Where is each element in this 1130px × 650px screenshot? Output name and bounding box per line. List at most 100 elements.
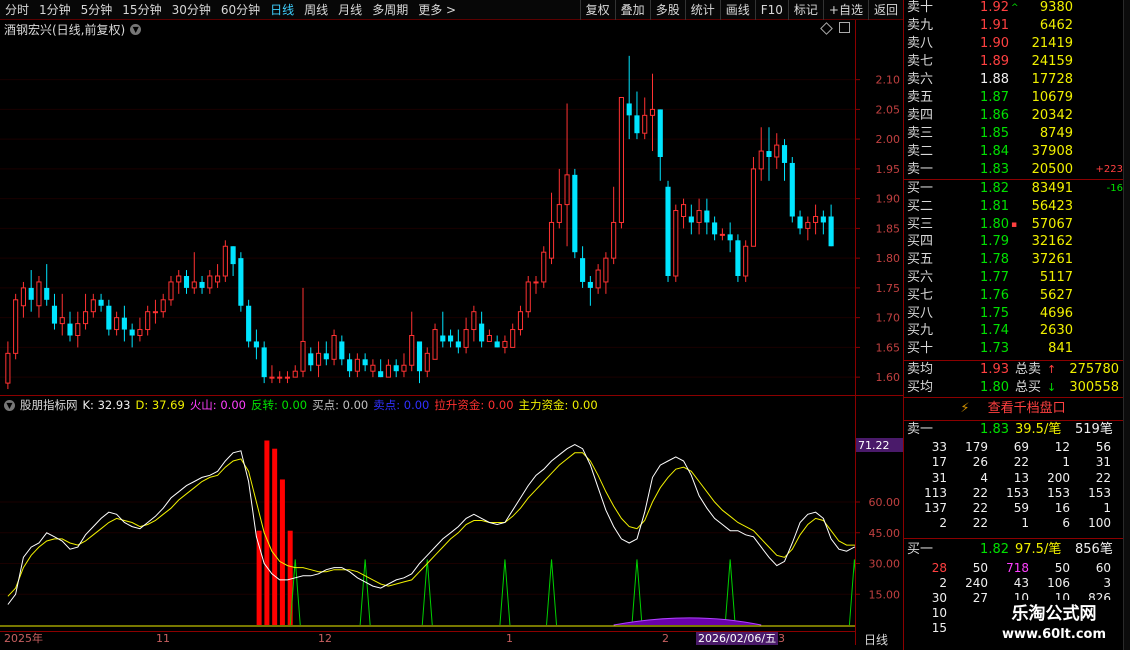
bid-label: 买四: [907, 234, 934, 250]
period-tab-0[interactable]: 分时: [0, 0, 34, 20]
ask-row-2: 卖八 1.90 21419: [903, 35, 1123, 53]
fanzhuan-value: 反转: 0.00: [250, 398, 308, 412]
candle-body-18: [145, 311, 151, 331]
candle-body-70: [548, 221, 555, 259]
candlestick-chart[interactable]: [0, 38, 855, 395]
date-label-11: 11: [156, 632, 170, 645]
ask-volume: 8749: [1039, 126, 1073, 141]
huoshan-bar-4: [287, 530, 293, 625]
candle-19: [152, 299, 159, 324]
tool-button-5[interactable]: F10: [754, 0, 788, 20]
candle-body-51: [401, 364, 407, 372]
candle-body-7: [59, 317, 65, 325]
view-qiandang-button[interactable]: ⚡ 查看千档盘口: [903, 399, 1123, 419]
period-tab-7[interactable]: 周线: [299, 0, 333, 20]
period-tab-1[interactable]: 1分钟: [34, 0, 76, 20]
window-icon[interactable]: [839, 22, 850, 33]
period-tab-3[interactable]: 15分钟: [117, 0, 166, 20]
buy_grid-cell: 718: [1006, 561, 1029, 575]
candle-84: [657, 109, 663, 181]
buy_grid-cell: 15: [931, 621, 947, 635]
candle-body-0: [5, 352, 11, 384]
bid-row-0: 买一 1.82 83491 -16: [903, 180, 1123, 198]
candle-body-92: [719, 233, 725, 236]
candle-body-53: [416, 341, 423, 372]
ask-row-0: 卖十 1.92 9380 ^: [903, 0, 1123, 17]
period-tab-10[interactable]: 更多 >: [413, 0, 461, 20]
candle-54: [424, 347, 430, 378]
bid-volume: 32162: [1031, 234, 1073, 250]
bid-label: 买九: [907, 323, 934, 339]
watermark: 乐淘公式网 www.60lt.com: [985, 600, 1123, 648]
avg_bid-total-label: 总买: [1015, 380, 1042, 395]
period-tab-9[interactable]: 多周期: [367, 0, 413, 20]
candle-body-57: [448, 335, 454, 342]
candle-body-105: [820, 216, 826, 223]
period-tab-2[interactable]: 5分钟: [76, 0, 118, 20]
view-qiandang-label: 查看千档盘口: [987, 401, 1066, 416]
candle-body-26: [207, 275, 213, 289]
period-tab-6[interactable]: 日线: [265, 0, 299, 20]
candle-9: [75, 311, 81, 348]
candle-37: [292, 365, 298, 378]
dropdown-icon[interactable]: ▼: [130, 23, 142, 35]
price-tick-label-10: 1.60: [876, 371, 901, 384]
buy_grid-grid-row-1: 2 240 43 106 3: [903, 576, 1123, 591]
tool-button-3[interactable]: 统计: [684, 0, 720, 20]
tool-button-0[interactable]: 复权: [579, 0, 615, 20]
candle-57: [448, 329, 454, 348]
sell_grid-cell: 137: [924, 501, 947, 516]
candle-body-13: [106, 305, 112, 330]
date-label-1: 1: [506, 632, 513, 645]
candle-17: [137, 317, 143, 342]
ind-tick-label-0: 60.00: [869, 496, 901, 509]
candle-86: [673, 204, 679, 282]
sell_grid-cell: 22: [1013, 455, 1029, 470]
avg_bid-total: 300558: [1069, 380, 1119, 395]
sell_grid-cell: 153: [1088, 485, 1111, 500]
sell_grid-cell: 33: [931, 440, 947, 454]
ask-volume: 24159: [1031, 54, 1073, 69]
candle-34: [269, 365, 275, 384]
period-tab-8[interactable]: 月线: [333, 0, 367, 20]
candle-body-72: [564, 174, 570, 206]
candle-body-23: [183, 276, 190, 288]
period-indicator[interactable]: 日线: [864, 631, 888, 648]
candle-42: [331, 329, 337, 366]
sell_grid-cell: 6: [1062, 516, 1070, 531]
tool-button-4[interactable]: 画线: [719, 0, 755, 20]
fanzhuan-spike-3: [499, 559, 511, 626]
candle-38: [300, 287, 306, 378]
buy1-order-count: 856笔: [1075, 542, 1113, 557]
ask-label: 卖七: [907, 54, 934, 69]
sell_grid-cell: 22: [1095, 470, 1111, 485]
candle-47: [370, 359, 376, 378]
buy1-head-row: 买一 1.82 97.5/笔 856笔: [903, 541, 1123, 559]
tool-button-1[interactable]: 叠加: [614, 0, 650, 20]
candle-80: [626, 55, 632, 140]
kdj-indicator-chart[interactable]: [0, 414, 855, 631]
ask-row-4: 卖六 1.88 17728: [903, 71, 1123, 89]
huoshan-bar-2: [272, 448, 278, 625]
bid-flag-icon: ▪: [1011, 219, 1018, 230]
tool-button-6[interactable]: 标记: [787, 0, 823, 20]
candle-58: [455, 329, 461, 354]
period-tab-4[interactable]: 30分钟: [167, 0, 216, 20]
candle-body-97: [758, 150, 764, 170]
date-label-12: 12: [318, 632, 332, 645]
tool-button-7[interactable]: +自选: [822, 0, 868, 20]
period-tab-5[interactable]: 60分钟: [216, 0, 265, 20]
tool-button-2[interactable]: 多股: [649, 0, 685, 20]
tool-button-8[interactable]: 返回: [867, 0, 903, 20]
huoshan-bar-3: [279, 479, 285, 625]
candle-62: [486, 329, 492, 342]
candle-body-64: [502, 340, 508, 348]
candle-96: [750, 157, 757, 247]
candle-body-29: [230, 246, 236, 265]
indicator-menu-icon[interactable]: ▼: [4, 399, 15, 411]
candle-body-62: [486, 335, 492, 342]
candle-50: [393, 359, 399, 378]
ask-label: 卖五: [907, 90, 934, 105]
candle-23: [183, 270, 190, 294]
candle-body-22: [176, 275, 182, 283]
